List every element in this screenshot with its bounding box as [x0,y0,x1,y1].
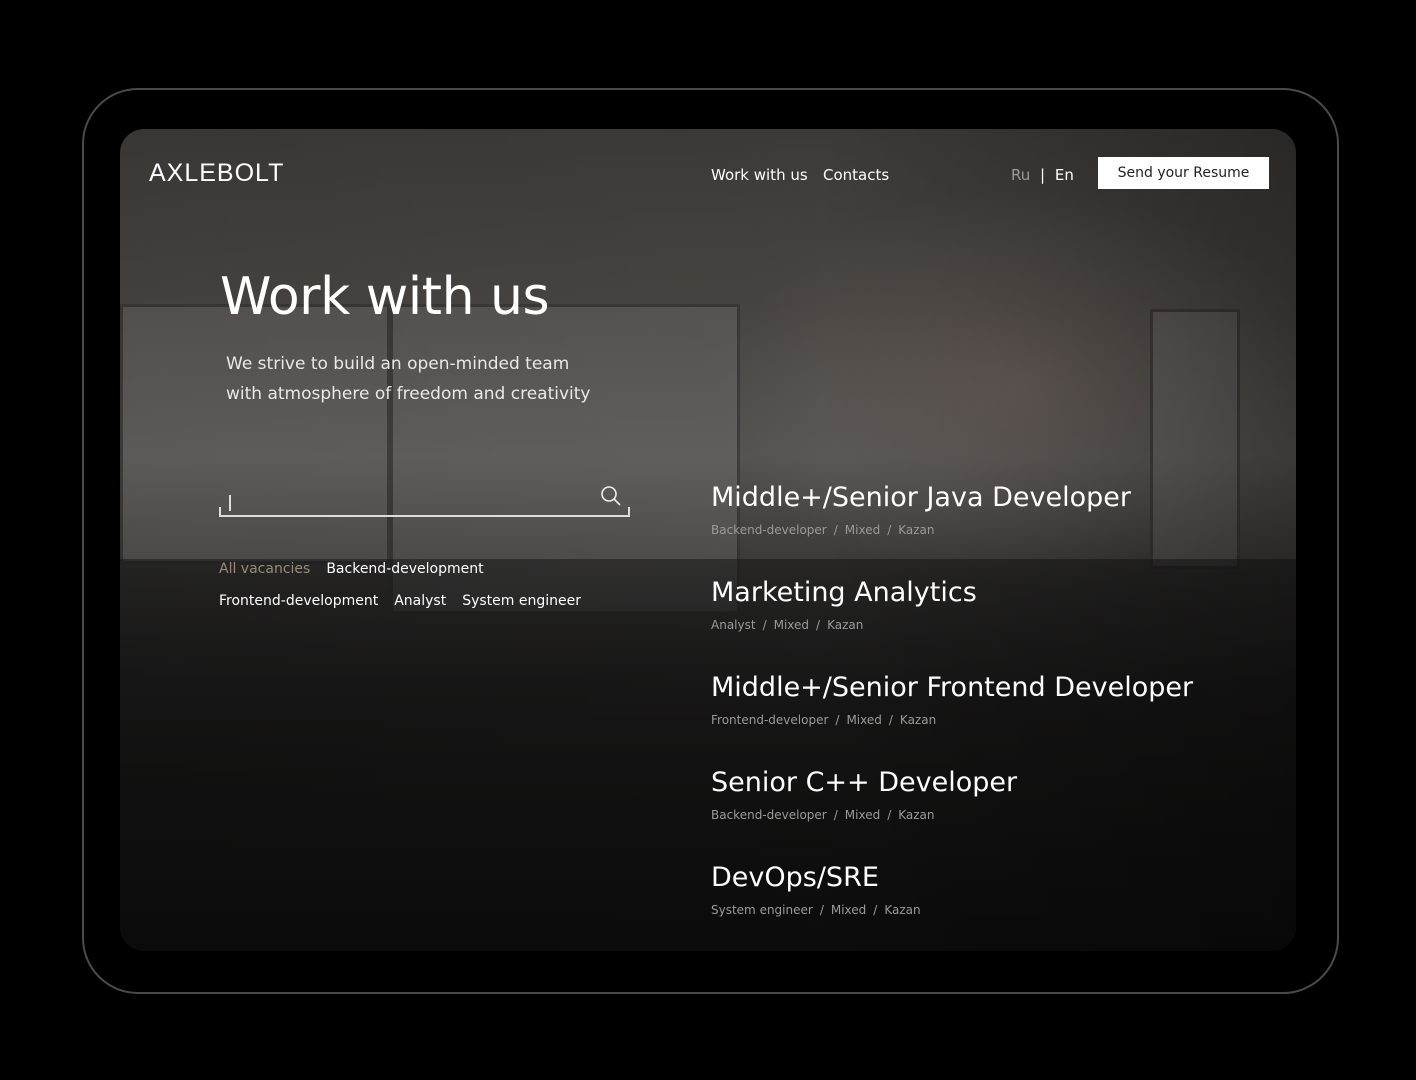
nav-contacts[interactable]: Contacts [823,166,889,184]
filter-system-engineer[interactable]: System engineer [462,585,581,617]
vacancy-item[interactable]: DevOps/SRE System engineer / Mixed / Kazan [711,859,1193,951]
logo[interactable]: AXLEBOLT [149,159,284,188]
vacancy-item[interactable]: Senior C++ Developer Backend-developer / M… [711,764,1193,859]
subtitle-line: with atmosphere of freedom and creativit… [226,384,591,404]
language-switch: Ru | En [1011,166,1074,184]
search-input[interactable] [219,479,630,517]
vacancy-meta: Backend-developer / Mixed / Kazan [711,808,935,822]
vacancy-title[interactable]: Senior C++ Developer [711,764,1193,802]
category-filters: All vacancies Backend-development Fronten… [219,553,619,617]
page-title: Work with us [220,267,550,327]
lang-en[interactable]: En [1055,166,1074,184]
vacancy-item[interactable]: Middle+/Senior Frontend Developer Fronte… [711,669,1193,764]
lang-separator: | [1040,166,1046,184]
vacancy-title[interactable]: Middle+/Senior Java Developer [711,479,1193,517]
vacancy-title[interactable]: DevOps/SRE [711,859,1193,897]
vacancy-item[interactable]: Middle+/Senior Java Developer Backend-de… [711,479,1193,574]
vacancy-meta: Backend-developer / Mixed / Kazan [711,523,935,537]
filter-analyst[interactable]: Analyst [394,585,446,617]
vacancy-title[interactable]: Middle+/Senior Frontend Developer [711,669,1193,707]
vacancy-meta: Frontend-developer / Mixed / Kazan [711,713,937,727]
vacancy-meta: System engineer / Mixed / Kazan [711,903,921,917]
vacancy-item[interactable]: Marketing Analytics Analyst / Mixed / Kazan [711,574,1193,669]
search-icon[interactable] [600,485,622,507]
filter-all-vacancies[interactable]: All vacancies [219,553,310,585]
vacancy-list: Middle+/Senior Java Developer Backend-de… [711,479,1193,951]
nav-work-with-us[interactable]: Work with us [711,166,808,184]
lang-ru[interactable]: Ru [1011,166,1030,184]
subtitle-line: We strive to build an open-minded team [226,354,570,374]
vacancy-meta: Analyst / Mixed / Kazan [711,618,864,632]
vacancy-title[interactable]: Marketing Analytics [711,574,1193,612]
screen: AXLEBOLT Work with us Contacts Ru | En S… [120,129,1296,951]
filter-backend[interactable]: Backend-development [326,553,483,585]
text-caret [229,495,231,511]
filter-frontend[interactable]: Frontend-development [219,585,378,617]
page-subtitle: We strive to build an open-minded team w… [226,349,646,409]
send-resume-button[interactable]: Send your Resume [1098,157,1269,189]
